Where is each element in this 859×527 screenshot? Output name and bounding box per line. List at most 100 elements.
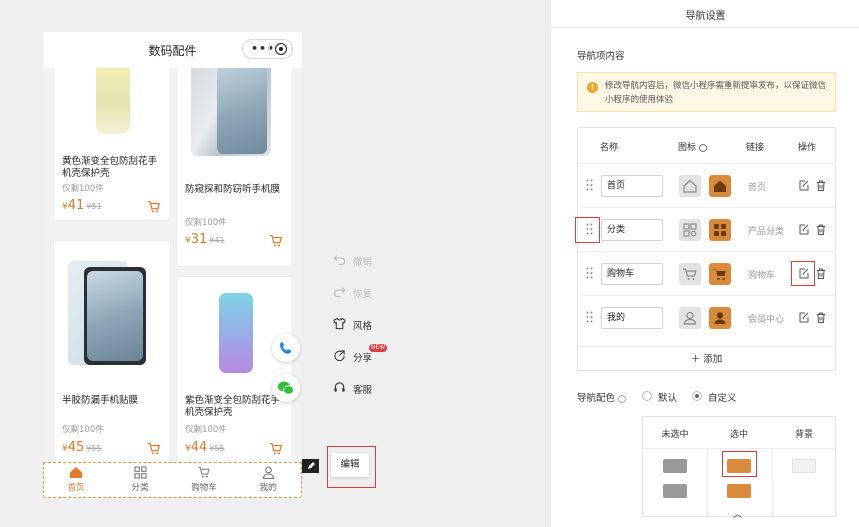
add-label: 添加 [703,354,723,365]
selected-text-color-swatch[interactable] [727,484,751,498]
nav-items-table: 名称 图标 链接 操作 首页 首页 分类 产品分类 购物车 购物车 我的 会员中… [575,127,836,372]
phone-preview: 数码配件 ••• 黄色渐变全包防刮花手机壳保护壳 仅剩100件 ¥41¥51 [43,32,302,498]
add-to-cart-icon[interactable] [269,442,283,456]
delete-icon[interactable] [816,180,826,191]
selected-icon-picker[interactable] [709,307,731,329]
close-target-icon[interactable] [275,43,287,55]
notice-text: 修改导航内容后，微信小程序需重新提审发布，以保证微信小程序的使用体验 [605,81,827,105]
nav-name-input[interactable]: 首页 [601,175,663,197]
unselected-text-color-swatch[interactable] [663,484,687,498]
unselected-icon-color-swatch[interactable] [663,459,687,473]
header-unselected: 未选中 [661,430,689,440]
edit-icon[interactable] [799,180,809,191]
product-title: 半胶防漏手机贴膜 [62,395,139,406]
edit-button[interactable]: 编辑 [331,453,369,477]
redo-icon [333,287,346,298]
more-icon[interactable]: ••• [251,42,275,55]
user-icon [714,312,726,324]
nav-name-input[interactable]: 购物车 [601,263,663,285]
drag-handle-icon[interactable] [586,179,593,191]
product-title: 黄色渐变全包防刮花手机壳保护壳 [62,156,158,179]
product-card[interactable]: 防窥探和防窃听手机膜 仅剩100件 ¥31 ¥41 [177,68,292,266]
edit-icon[interactable] [799,224,809,235]
nav-link[interactable]: 购物车 [748,268,775,281]
tab-label: 分类 [131,483,149,493]
nav-link[interactable]: 产品分类 [748,224,784,237]
nav-name-input[interactable]: 分类 [601,219,663,241]
nav-link[interactable]: 会员中心 [748,312,784,325]
tab-home[interactable]: 首页 [44,466,108,493]
radio-default[interactable] [642,391,652,401]
cart-icon [713,269,726,281]
panel-divider [551,27,859,28]
add-to-cart-icon[interactable] [269,234,283,248]
style-button[interactable]: 风格 [333,317,393,333]
tab-cart[interactable]: 购物车 [172,466,236,493]
header-selected: 选中 [729,430,748,440]
tab-category[interactable]: 分类 [108,466,172,493]
product-old-price: ¥55 [209,444,225,453]
product-price: ¥45 ¥55 [62,440,102,455]
redo-button[interactable]: 恢复 [333,285,393,301]
home-icon [683,179,697,193]
warning-icon: ! [587,82,598,93]
shirt-icon [333,317,346,330]
add-to-cart-icon[interactable] [147,200,161,214]
delete-icon[interactable] [816,224,826,235]
product-card[interactable]: 黄色渐变全包防刮花手机壳保护壳 仅剩100件 ¥41 ¥51 [54,68,170,220]
radio-default-label: 默认 [658,393,678,404]
product-image [54,241,170,381]
unselected-icon-picker[interactable] [679,307,701,329]
wechat-button[interactable] [272,374,300,402]
share-button[interactable]: 分享 NEW [333,344,393,365]
help-icon [618,394,627,403]
product-card[interactable]: 紫色渐变全包防刮花手机壳保护壳 仅剩100件 ¥44 ¥55 [177,277,292,462]
edit-highlight: 编辑 [327,446,376,488]
color-section-label: 导航配色 [577,390,627,404]
undo-button[interactable]: 撤销 [333,253,393,269]
chevron-up-icon[interactable]: ︿ [733,507,742,520]
nav-item-row: 首页 首页 [578,163,835,207]
edit-pencil-icon[interactable] [302,459,319,473]
product-stock: 仅剩100件 [185,218,227,228]
background-color-swatch[interactable] [792,459,816,473]
selected-icon-picker[interactable] [709,263,731,285]
delete-icon[interactable] [816,268,826,279]
nav-name-input[interactable]: 我的 [601,307,663,329]
drag-handle-highlight [575,217,600,243]
phone-icon [280,342,292,354]
edit-icon[interactable] [799,312,809,323]
nav-item-row: 购物车 购物车 [578,251,835,295]
capsule-divider [269,44,270,55]
selected-icon-picker[interactable] [709,175,731,197]
customer-service-button[interactable]: 客服 [333,381,393,397]
drag-handle-icon[interactable] [586,311,593,323]
drag-handle-icon[interactable] [586,267,593,279]
product-old-price: ¥55 [86,444,102,453]
delete-icon[interactable] [816,312,826,323]
tab-mine[interactable]: 我的 [236,466,300,493]
notice-banner: ! 修改导航内容后，微信小程序需重新提审发布，以保证微信小程序的使用体验 [577,72,836,112]
product-stock: 仅剩100件 [185,425,227,435]
unselected-icon-picker[interactable] [679,175,701,197]
product-title: 防窥探和防窃听手机膜 [185,184,281,195]
headset-icon [334,382,345,392]
phone-call-button[interactable] [272,334,300,362]
add-nav-item-button[interactable]: ＋ 添加 [578,346,835,372]
unselected-icon-picker[interactable] [679,219,701,241]
grid-icon [683,223,697,237]
header-link: 链接 [746,143,765,153]
bottom-tabbar[interactable]: 首页 分类 购物车 我的 [43,462,302,498]
product-price: ¥41 ¥51 [62,198,102,213]
selected-icon-picker[interactable] [709,219,731,241]
panel-title: 导航设置 [685,11,726,22]
tool-label: 分享 [353,353,373,364]
selected-icon-color-swatch[interactable] [727,459,751,473]
radio-custom[interactable] [692,391,702,401]
add-to-cart-icon[interactable] [147,442,161,456]
unselected-icon-picker[interactable] [679,263,701,285]
product-card[interactable]: 半胶防漏手机贴膜 仅剩100件 ¥45 ¥55 [54,241,170,462]
mini-program-capsule[interactable]: ••• [242,39,293,59]
nav-link[interactable]: 首页 [748,180,766,193]
product-old-price: ¥41 [209,236,225,245]
